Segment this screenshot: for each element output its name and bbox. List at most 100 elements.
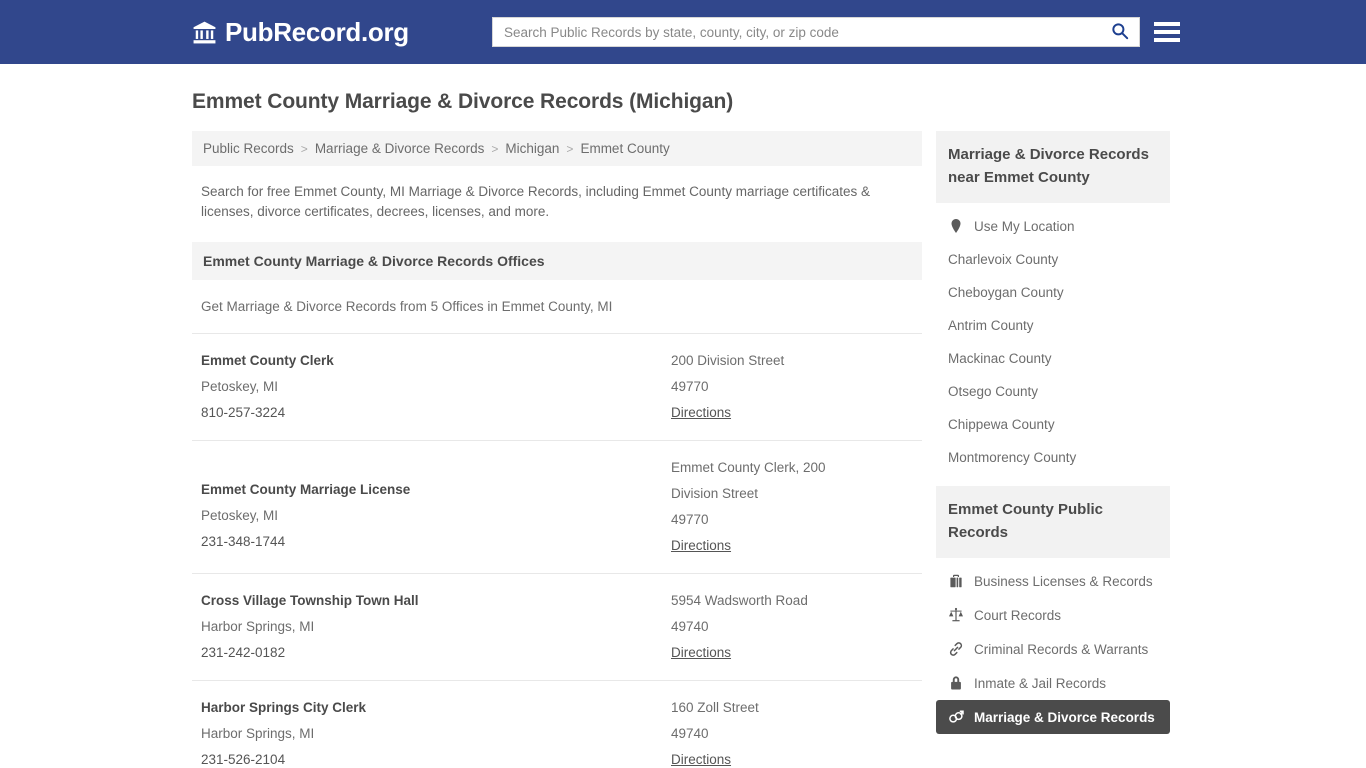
search-icon (1111, 22, 1129, 43)
breadcrumb-item-michigan[interactable]: Michigan (505, 141, 559, 156)
sidebar-item-label: Antrim County (948, 318, 1034, 333)
offices-section-heading: Emmet County Marriage & Divorce Records … (192, 242, 922, 280)
header-actions (492, 17, 1180, 47)
breadcrumb-item-marriage-divorce-records[interactable]: Marriage & Divorce Records (315, 141, 485, 156)
sidebar-item-label: Otsego County (948, 384, 1039, 399)
sidebar-item-criminal-records[interactable]: Criminal Records & Warrants (936, 632, 1170, 666)
offices-section-subheading: Get Marriage & Divorce Records from 5 Of… (201, 299, 613, 314)
page-container: Emmet County Marriage & Divorce Records … (0, 90, 1366, 768)
sidebar-item-label: Use My Location (974, 218, 1075, 234)
breadcrumb-separator: > (491, 141, 499, 156)
content-columns: Public Records > Marriage & Divorce Reco… (192, 131, 1180, 768)
sidebar-item-label: Montmorency County (948, 450, 1077, 465)
office-street: 200 Division Street (671, 353, 785, 368)
office-zip: 49740 (671, 619, 709, 634)
nearby-records-list: Use My Location Charlevoix County Cheboy… (936, 203, 1170, 474)
office-name: Harbor Springs City Clerk (201, 700, 367, 715)
sidebar-item-charlevoix-county[interactable]: Charlevoix County (936, 243, 1170, 276)
page-intro-text: Search for free Emmet County, MI Marriag… (201, 184, 870, 219)
sidebar-item-label: Business Licenses & Records (974, 573, 1153, 589)
office-address: 5954 Wadsworth Road 49740 Directions (671, 588, 913, 666)
search-bar (492, 17, 1140, 47)
directions-link[interactable]: Directions (671, 645, 731, 660)
sidebar-item-label: Inmate & Jail Records (974, 675, 1107, 691)
sidebar-item-marriage-divorce-records[interactable]: Marriage & Divorce Records (936, 700, 1170, 734)
sidebar-item-label: Criminal Records & Warrants (974, 641, 1149, 657)
map-pin-icon (948, 218, 964, 234)
sidebar-item-inmate-jail-records[interactable]: Inmate & Jail Records (936, 666, 1170, 700)
office-row: Emmet County Marriage License Petoskey, … (192, 440, 922, 573)
bank-icon (192, 20, 217, 45)
office-details: Harbor Springs City Clerk Harbor Springs… (201, 695, 671, 768)
briefcase-icon (948, 573, 964, 589)
link-icon (948, 641, 964, 657)
sidebar-item-antrim-county[interactable]: Antrim County (936, 309, 1170, 342)
breadcrumb-separator: > (566, 141, 574, 156)
office-street: 5954 Wadsworth Road (671, 593, 808, 608)
breadcrumb-separator: > (300, 141, 308, 156)
office-address: Emmet County Clerk, 200 Division Street … (671, 455, 913, 559)
site-header: PubRecord.org (0, 0, 1366, 64)
lock-icon (948, 675, 964, 691)
directions-link[interactable]: Directions (671, 405, 731, 420)
search-button[interactable] (1106, 17, 1134, 47)
page-title: Emmet County Marriage & Divorce Records … (192, 90, 734, 113)
office-phone: 810-257-3224 (201, 405, 286, 420)
sidebar-item-label: Cheboygan County (948, 285, 1064, 300)
hamburger-menu-icon (1154, 22, 1180, 26)
sidebar-item-montmorency-county[interactable]: Montmorency County (936, 441, 1170, 474)
breadcrumb-item-emmet-county[interactable]: Emmet County (580, 141, 669, 156)
office-details: Cross Village Township Town Hall Harbor … (201, 588, 671, 666)
gender-icon (948, 709, 964, 725)
sidebar-item-use-my-location[interactable]: Use My Location (936, 209, 1170, 243)
office-street: Emmet County Clerk, 200 Division Street (671, 460, 826, 501)
search-input[interactable] (492, 17, 1140, 47)
office-row: Emmet County Clerk Petoskey, MI 810-257-… (192, 333, 922, 440)
sidebar-item-cheboygan-county[interactable]: Cheboygan County (936, 276, 1170, 309)
breadcrumb-item-public-records[interactable]: Public Records (203, 141, 294, 156)
office-phone: 231-242-0182 (201, 645, 286, 660)
main-column: Public Records > Marriage & Divorce Reco… (192, 131, 922, 768)
office-zip: 49740 (671, 726, 709, 741)
office-street: 160 Zoll Street (671, 700, 759, 715)
hamburger-menu-button[interactable] (1154, 19, 1180, 45)
sidebar-item-label: Chippewa County (948, 417, 1055, 432)
public-records-heading: Emmet County Public Records (936, 486, 1170, 558)
office-name: Emmet County Clerk (201, 353, 334, 368)
office-city: Petoskey, MI (201, 508, 279, 523)
office-row: Cross Village Township Town Hall Harbor … (192, 573, 922, 680)
office-address: 200 Division Street 49770 Directions (671, 348, 913, 426)
hamburger-menu-icon (1154, 30, 1180, 34)
office-name: Cross Village Township Town Hall (201, 593, 419, 608)
site-logo-text: PubRecord.org (225, 16, 409, 47)
sidebar-item-label: Court Records (974, 607, 1062, 623)
hamburger-menu-icon (1154, 38, 1180, 42)
sidebar: Marriage & Divorce Records near Emmet Co… (936, 131, 1170, 738)
sidebar-item-court-records[interactable]: Court Records (936, 598, 1170, 632)
office-details: Emmet County Clerk Petoskey, MI 810-257-… (201, 348, 671, 426)
office-address: 160 Zoll Street 49740 Directions (671, 695, 913, 768)
office-row: Harbor Springs City Clerk Harbor Springs… (192, 680, 922, 768)
scales-icon (948, 607, 964, 623)
sidebar-item-label: Charlevoix County (948, 252, 1059, 267)
office-zip: 49770 (671, 379, 709, 394)
sidebar-item-label: Mackinac County (948, 351, 1052, 366)
office-city: Harbor Springs, MI (201, 726, 315, 741)
office-name: Emmet County Marriage License (201, 482, 411, 497)
sidebar-item-label: Marriage & Divorce Records (974, 709, 1155, 725)
sidebar-item-chippewa-county[interactable]: Chippewa County (936, 408, 1170, 441)
sidebar-item-business-licenses[interactable]: Business Licenses & Records (936, 564, 1170, 598)
public-records-card: Emmet County Public Records Business Lic… (936, 486, 1170, 734)
nearby-records-card: Marriage & Divorce Records near Emmet Co… (936, 131, 1170, 474)
sidebar-item-otsego-county[interactable]: Otsego County (936, 375, 1170, 408)
office-phone: 231-526-2104 (201, 752, 286, 767)
nearby-records-heading: Marriage & Divorce Records near Emmet Co… (936, 131, 1170, 203)
office-phone: 231-348-1744 (201, 534, 286, 549)
sidebar-item-mackinac-county[interactable]: Mackinac County (936, 342, 1170, 375)
office-zip: 49770 (671, 512, 709, 527)
public-records-list: Business Licenses & Records Court Record… (936, 558, 1170, 734)
directions-link[interactable]: Directions (671, 752, 731, 767)
directions-link[interactable]: Directions (671, 538, 731, 553)
breadcrumb: Public Records > Marriage & Divorce Reco… (192, 131, 922, 166)
site-logo[interactable]: PubRecord.org (192, 17, 409, 48)
